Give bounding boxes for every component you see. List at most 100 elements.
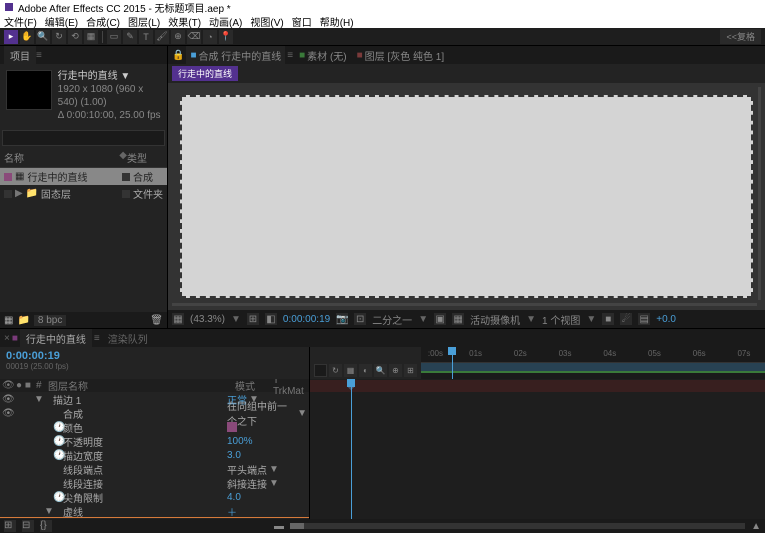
mask-btn[interactable]: ◧ (265, 313, 277, 325)
zoom-slider[interactable] (290, 523, 745, 529)
interpret-btn[interactable]: ▦ (4, 315, 13, 326)
render-queue-tab[interactable]: 渲染队列 (102, 329, 154, 348)
prop-value[interactable]: 斜接连接 ▼ (227, 476, 307, 491)
prop-row-7[interactable]: 🕐 尖角限制 4.0 (0, 490, 309, 504)
twirl-icon[interactable]: ▼ (44, 506, 53, 517)
prop-row-2[interactable]: 🕐 颜色 (0, 420, 309, 434)
layer-btn[interactable]: ▤ (638, 313, 650, 325)
viewer-tab-layer[interactable]: ■图层 [灰色 纯色 1] (353, 46, 449, 65)
menu-view[interactable]: 视图(V) (250, 14, 283, 28)
stopwatch-icon[interactable]: 🕐 (53, 492, 63, 503)
timecode[interactable]: 0:00:00:19 (283, 314, 330, 325)
prop-row-6[interactable]: 线段连接 斜接连接 ▼ (0, 476, 309, 490)
twirl-icon[interactable]: ▼ (34, 394, 43, 405)
tl-btn-1[interactable]: ↻ (329, 364, 342, 377)
workspace-btn[interactable]: <<复格 (720, 29, 761, 44)
lock-icon[interactable]: 🔒 (172, 50, 184, 61)
prop-row-8[interactable]: ▼ 虚线 ＋ (0, 504, 309, 518)
menu-layer[interactable]: 图层(L) (128, 14, 160, 28)
layer-duration-bar[interactable] (310, 380, 765, 392)
prop-value[interactable] (227, 422, 307, 432)
prop-row-5[interactable]: 线段端点 平头端点 ▼ (0, 462, 309, 476)
project-item-folder[interactable]: ▶ 📁 固态层 文件夹 (0, 185, 167, 202)
tool-rect[interactable]: ▭ (107, 30, 121, 44)
work-area-bar[interactable] (421, 363, 765, 371)
menu-comp[interactable]: 合成(C) (86, 14, 120, 28)
tool-rotate[interactable]: ⟲ (68, 30, 82, 44)
project-search[interactable] (2, 130, 165, 146)
canvas-area[interactable] (168, 83, 765, 310)
3d-btn[interactable]: ☄ (620, 313, 632, 325)
track-row[interactable] (310, 491, 765, 505)
toggle-brackets[interactable]: {} (40, 520, 52, 532)
scrollbar-h[interactable] (172, 303, 757, 306)
zoom-out-icon[interactable]: ▬ (274, 521, 284, 532)
track-row[interactable] (310, 505, 765, 519)
prop-row-1[interactable]: 👁 合成 在同组中前一个之下 ▼ (0, 406, 309, 420)
bpc-btn[interactable]: 8 bpc (34, 315, 66, 326)
tl-btn-4[interactable]: 🔍 (374, 364, 387, 377)
tool-hand[interactable]: ✋ (20, 30, 34, 44)
active-camera[interactable]: 活动摄像机 (470, 312, 520, 327)
tool-roto[interactable]: ◔ (203, 30, 217, 44)
snapshot-btn[interactable]: 📷 (336, 313, 348, 325)
tool-eraser[interactable]: ⌫ (187, 30, 201, 44)
playhead[interactable] (452, 347, 453, 379)
col-name[interactable]: 名称 (4, 150, 119, 165)
track-row[interactable] (310, 435, 765, 449)
delete-btn[interactable]: 🗑 (150, 315, 163, 326)
resolution[interactable]: 二分之一 (372, 312, 412, 327)
always-preview-btn[interactable]: ▦ (172, 313, 184, 325)
scrollbar-v[interactable] (758, 87, 761, 300)
prop-row-4[interactable]: 🕐 描边宽度 3.0 (0, 448, 309, 462)
channel-btn[interactable]: ⊡ (354, 313, 366, 325)
tool-text[interactable]: T (139, 30, 153, 44)
toggle-modes[interactable]: ⊟ (22, 520, 34, 532)
tl-btn-6[interactable]: ⊞ (404, 364, 417, 377)
time-ruler[interactable]: :00s 01s 02s 03s 04s 05s 06s 07s (421, 347, 765, 363)
project-tab[interactable]: 项目 (4, 46, 36, 65)
track-row[interactable] (310, 407, 765, 421)
prop-value[interactable]: 100% (227, 436, 307, 447)
tool-camera[interactable]: ▦ (84, 30, 98, 44)
color-swatch[interactable] (227, 422, 237, 432)
track-row[interactable] (310, 421, 765, 435)
track-row[interactable] (310, 393, 765, 407)
menu-anim[interactable]: 动画(A) (209, 14, 242, 28)
tool-pen[interactable]: ✎ (123, 30, 137, 44)
grid-btn[interactable]: ⊞ (247, 313, 259, 325)
search-input[interactable] (314, 364, 327, 377)
new-folder-btn[interactable]: 📁 (17, 315, 29, 326)
col-type[interactable]: 类型 (127, 150, 163, 165)
tool-selection[interactable]: ▸ (4, 30, 18, 44)
toggle-switches[interactable]: ⊞ (4, 520, 16, 532)
track-row[interactable] (310, 449, 765, 463)
close-icon[interactable]: × (4, 333, 10, 344)
timeline-tracks[interactable] (310, 379, 765, 519)
stopwatch-icon[interactable]: 🕐 (53, 422, 63, 433)
canvas[interactable] (180, 95, 753, 298)
tool-brush[interactable]: 🖌 (155, 30, 169, 44)
menu-help[interactable]: 帮助(H) (320, 14, 354, 28)
comp-breadcrumb[interactable]: 行走中的直线 (172, 66, 238, 81)
track-row[interactable] (310, 463, 765, 477)
viewer-tab-comp[interactable]: ■合成 行走中的直线 (186, 46, 285, 65)
tl-btn-2[interactable]: ▦ (344, 364, 357, 377)
stopwatch-icon[interactable]: 🕐 (53, 436, 63, 447)
playhead-track[interactable] (351, 379, 352, 519)
prop-value[interactable]: 3.0 (227, 450, 307, 461)
color-btn[interactable]: ■ (602, 313, 614, 325)
prop-row-3[interactable]: 🕐 不透明度 100% (0, 434, 309, 448)
view-count[interactable]: 1 个视图 (542, 312, 580, 327)
menu-effect[interactable]: 效果(T) (168, 14, 201, 28)
tool-zoom[interactable]: 🔍 (36, 30, 50, 44)
stopwatch-icon[interactable]: 🕐 (53, 450, 63, 461)
timeline-tab[interactable]: 行走中的直线 (20, 329, 92, 348)
tool-orbit[interactable]: ↻ (52, 30, 66, 44)
menu-file[interactable]: 文件(F) (4, 14, 37, 28)
tool-stamp[interactable]: ⊕ (171, 30, 185, 44)
tool-pin[interactable]: 📍 (219, 30, 233, 44)
viewer-tab-footage[interactable]: ■素材 (无) (295, 46, 351, 65)
zoom-in-icon[interactable]: ▲ (751, 521, 761, 532)
menu-edit[interactable]: 编辑(E) (45, 14, 78, 28)
